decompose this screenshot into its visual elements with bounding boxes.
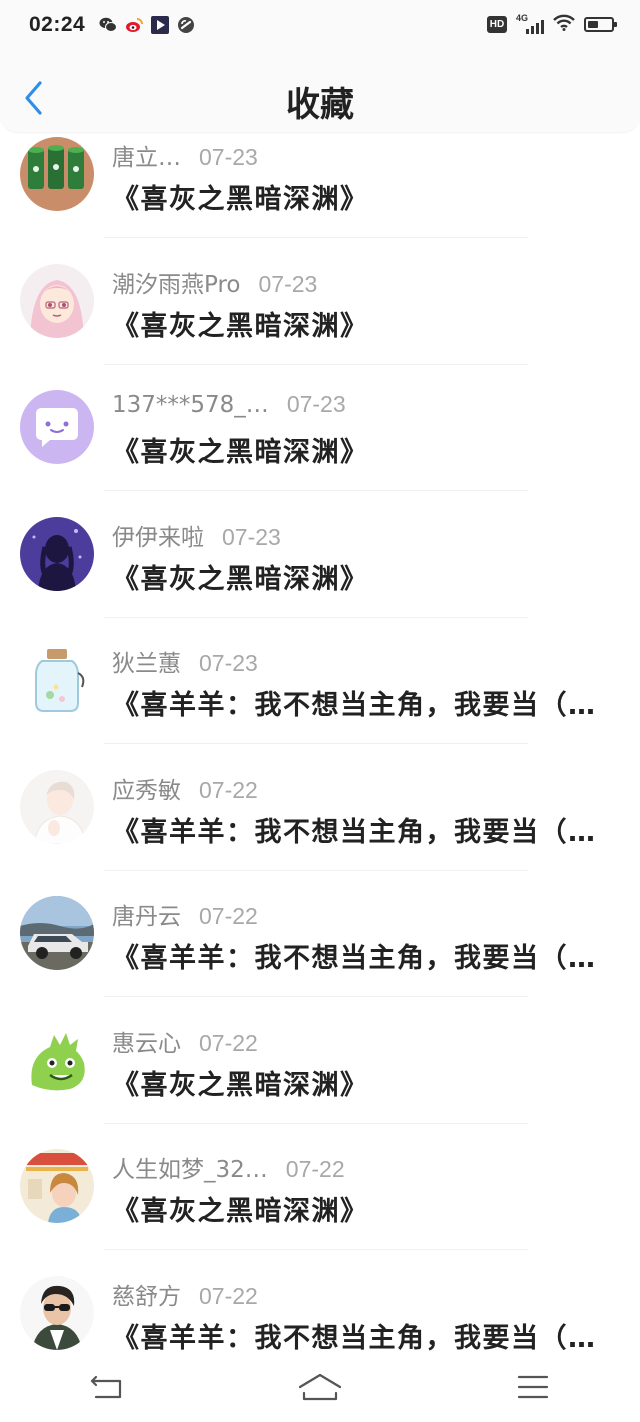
item-meta: 人生如梦_32… 07-22 (112, 1150, 345, 1184)
item-meta: 惠云心 07-22 (112, 1024, 258, 1058)
battery-icon (584, 17, 617, 32)
user-name: 狄兰蕙 (112, 651, 181, 677)
item-meta: 慈舒方 07-22 (112, 1277, 258, 1311)
row-divider (104, 869, 528, 871)
status-time: 02:24 (29, 13, 86, 36)
row-divider (104, 996, 528, 997)
item-meta: 潮汐雨燕Pro 07-23 (112, 265, 317, 299)
user-name: 唐丹云 (112, 904, 181, 930)
favorite-date: 07-22 (199, 1282, 258, 1309)
story-title[interactable]: 《喜灰之黑暗深渊》 (112, 304, 624, 343)
page-title: 收藏 (286, 85, 354, 125)
hd-badge: HD (487, 16, 507, 33)
link-app-icon (177, 16, 195, 34)
menu-icon (518, 1375, 549, 1399)
status-indicators: HD 4G (487, 12, 617, 35)
row-divider (104, 1122, 528, 1124)
story-title[interactable]: 《喜灰之黑暗深渊》 (112, 430, 624, 469)
story-title[interactable]: 《喜羊羊：我不想当主角，我要当（… (112, 936, 624, 975)
favorite-list-item[interactable]: 人生如梦_32… 07-22 《喜灰之黑暗深渊》 (0, 1149, 640, 1275)
user-name: 慈舒方 (112, 1283, 181, 1310)
user-name: 137***578_… (112, 392, 269, 418)
system-home-button[interactable] (290, 1367, 350, 1407)
system-nav-bar (0, 1352, 640, 1422)
favorite-list-item[interactable]: 潮汐雨燕Pro 07-23 《喜灰之黑暗深渊》 (0, 263, 640, 390)
favorite-date: 07-23 (199, 144, 258, 170)
story-title[interactable]: 《喜羊羊：我不想当主角，我要当（… (112, 683, 624, 722)
favorite-date: 07-22 (199, 776, 258, 803)
row-divider (104, 363, 528, 365)
back-icon (90, 1375, 121, 1399)
user-avatar[interactable] (20, 769, 94, 844)
user-avatar[interactable] (20, 1275, 94, 1350)
cellular-signal-icon: 4G (516, 12, 544, 34)
favorite-list-item[interactable]: 惠云心 07-22 《喜灰之黑暗深渊》 (0, 1022, 640, 1149)
story-title[interactable]: 《喜灰之黑暗深渊》 (112, 557, 624, 596)
user-avatar[interactable] (20, 896, 94, 970)
story-title[interactable]: 《喜羊羊：我不想当主角，我要当（… (112, 810, 624, 849)
favorite-list-item[interactable]: 唐立… 07-23 《喜灰之黑暗深渊》 (0, 137, 640, 263)
header-bar: 收藏 (0, 50, 640, 132)
favorite-date: 07-23 (222, 523, 281, 550)
favorite-date: 07-23 (286, 391, 346, 417)
item-meta: 应秀敏 07-22 (112, 771, 258, 805)
status-app-icons (99, 16, 195, 34)
item-meta: 唐丹云 07-22 (112, 897, 258, 931)
user-avatar[interactable] (20, 263, 94, 338)
story-title[interactable]: 《喜灰之黑暗深渊》 (112, 177, 624, 216)
favorite-date: 07-23 (199, 650, 258, 676)
video-app-icon (151, 16, 170, 34)
item-meta: 狄兰蕙 07-23 (112, 644, 258, 678)
user-avatar[interactable] (20, 390, 94, 464)
user-name: 唐立… (112, 145, 181, 171)
weibo-icon (125, 16, 144, 34)
system-back-button[interactable] (77, 1367, 137, 1407)
favorite-list-item[interactable]: 137***578_… 07-23 《喜灰之黑暗深渊》 (0, 390, 640, 516)
system-menu-button[interactable] (503, 1367, 563, 1407)
row-divider (104, 616, 528, 618)
item-meta: 唐立… 07-23 (112, 138, 258, 172)
network-type: 4G (516, 12, 529, 23)
favorite-date: 07-22 (285, 1156, 345, 1182)
favorite-date: 07-22 (199, 903, 258, 929)
wechat-icon (99, 16, 118, 34)
user-avatar[interactable] (20, 137, 94, 211)
home-icon (298, 1373, 342, 1401)
user-avatar[interactable] (20, 643, 94, 717)
row-divider (104, 490, 528, 491)
favorite-date: 07-22 (199, 1029, 258, 1056)
user-name: 潮汐雨燕Pro (112, 271, 241, 298)
user-avatar[interactable] (20, 1149, 94, 1223)
story-title[interactable]: 《喜灰之黑暗深渊》 (112, 1189, 624, 1228)
story-title[interactable]: 《喜灰之黑暗深渊》 (112, 1063, 624, 1102)
story-title[interactable]: 《喜羊羊：我不想当主角，我要当（… (112, 1316, 624, 1355)
row-divider (104, 743, 528, 744)
user-avatar[interactable] (20, 516, 94, 591)
favorite-list-item[interactable]: 唐丹云 07-22 《喜羊羊：我不想当主角，我要当（… (0, 896, 640, 1022)
user-name: 惠云心 (112, 1030, 181, 1057)
user-avatar[interactable] (20, 1022, 94, 1097)
item-meta: 137***578_… 07-23 (112, 391, 346, 418)
wifi-icon (553, 14, 575, 35)
item-meta: 伊伊来啦 07-23 (112, 518, 281, 552)
row-divider (104, 1249, 528, 1250)
status-bar: 02:24 HD 4G (0, 0, 640, 50)
user-name: 应秀敏 (112, 777, 181, 804)
row-divider (104, 237, 528, 238)
user-name: 伊伊来啦 (112, 524, 204, 551)
favorite-list-item[interactable]: 伊伊来啦 07-23 《喜灰之黑暗深渊》 (0, 516, 640, 643)
user-name: 人生如梦_32… (112, 1157, 268, 1183)
favorite-date: 07-23 (258, 270, 318, 297)
favorite-list-item[interactable]: 应秀敏 07-22 《喜羊羊：我不想当主角，我要当（… (0, 769, 640, 896)
favorite-list-item[interactable]: 狄兰蕙 07-23 《喜羊羊：我不想当主角，我要当（… (0, 643, 640, 769)
